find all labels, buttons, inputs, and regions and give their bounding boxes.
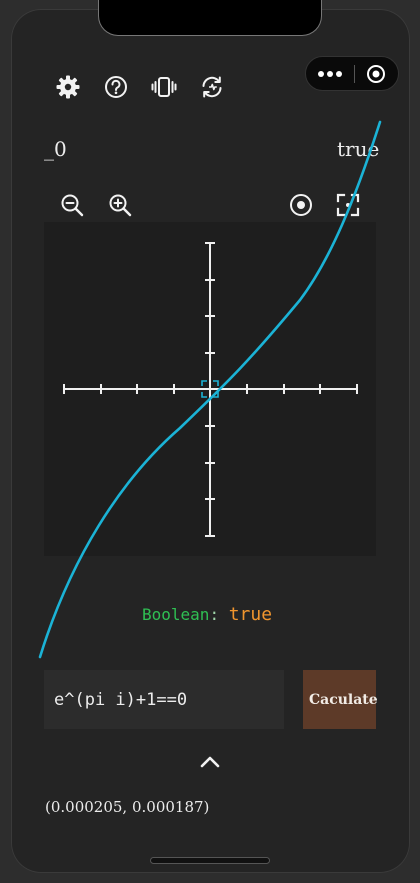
device-notch xyxy=(98,0,322,36)
target-icon[interactable] xyxy=(366,64,386,84)
fullscreen-icon[interactable] xyxy=(335,192,361,218)
result-line: Boolean: true xyxy=(142,604,272,625)
expression-input[interactable] xyxy=(44,670,284,729)
graph-panel[interactable] xyxy=(44,222,376,556)
sync-icon[interactable] xyxy=(199,74,225,100)
capsule-divider xyxy=(354,65,355,83)
variable-readout: _0 xyxy=(44,137,67,161)
calculate-button[interactable]: Caculate xyxy=(303,670,378,729)
menu-capsule xyxy=(305,56,399,91)
vibrate-icon[interactable] xyxy=(151,74,177,100)
zoom-in-icon[interactable] xyxy=(107,192,133,218)
result-value: true xyxy=(228,604,273,625)
gear-icon[interactable] xyxy=(55,74,81,100)
cursor-coordinates: (0.000205, 0.000187) xyxy=(45,798,210,816)
result-separator: : xyxy=(209,605,220,624)
truth-readout: true xyxy=(337,137,380,161)
home-indicator[interactable] xyxy=(151,858,269,863)
result-type: Boolean xyxy=(142,605,210,624)
help-icon[interactable] xyxy=(103,74,129,100)
center-icon[interactable] xyxy=(288,192,314,218)
chevron-up-icon[interactable] xyxy=(197,750,223,772)
more-icon[interactable] xyxy=(316,65,344,83)
zoom-out-icon[interactable] xyxy=(59,192,85,218)
